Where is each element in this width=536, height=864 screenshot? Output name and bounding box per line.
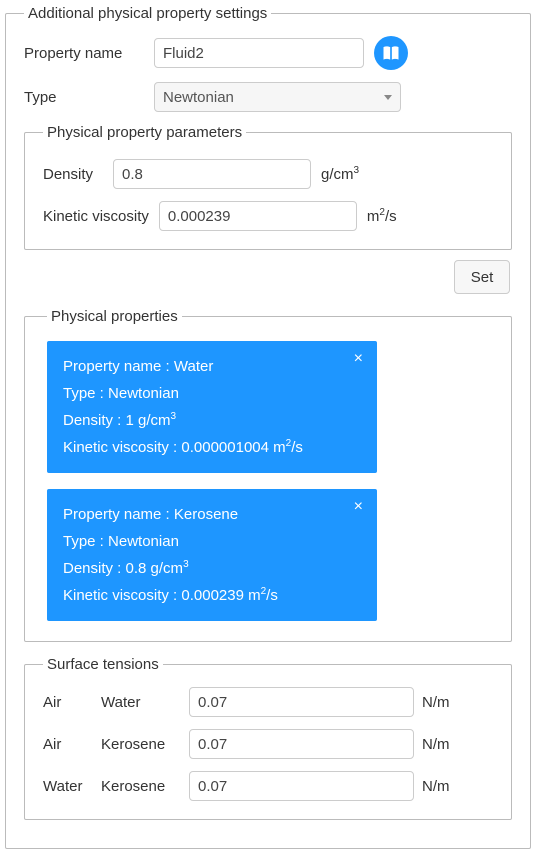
physical-property-parameters: Physical property parameters Density g/c… — [24, 124, 512, 250]
tension-fluid-a: Air — [43, 694, 93, 711]
card-viscosity: Kinetic viscosity : 0.000239 m2/s — [63, 582, 361, 609]
property-card: × Property name : Kerosene Type : Newton… — [47, 489, 377, 621]
physical-properties: Physical properties × Property name : Wa… — [24, 308, 512, 642]
close-icon[interactable]: × — [354, 499, 363, 515]
chevron-down-icon — [384, 95, 392, 100]
close-icon[interactable]: × — [354, 351, 363, 367]
property-card: × Property name : Water Type : Newtonian… — [47, 341, 377, 473]
density-label: Density — [43, 166, 103, 183]
property-name-input[interactable] — [154, 38, 364, 68]
density-input[interactable] — [113, 159, 311, 189]
type-select-value: Newtonian — [163, 89, 234, 106]
card-type: Type : Newtonian — [63, 380, 361, 407]
tension-fluid-a: Water — [43, 778, 93, 795]
card-name: Property name : Kerosene — [63, 501, 361, 528]
tension-input[interactable] — [189, 687, 414, 717]
tension-unit: N/m — [422, 736, 450, 753]
card-viscosity: Kinetic viscosity : 0.000001004 m2/s — [63, 434, 361, 461]
main-legend: Additional physical property settings — [24, 5, 271, 22]
property-name-label: Property name — [24, 45, 144, 62]
type-label: Type — [24, 89, 144, 106]
card-type: Type : Newtonian — [63, 528, 361, 555]
viscosity-input[interactable] — [159, 201, 357, 231]
tension-fluid-b: Kerosene — [101, 778, 181, 795]
density-unit: g/cm3 — [321, 165, 359, 183]
tension-fluid-b: Kerosene — [101, 736, 181, 753]
card-density: Density : 1 g/cm3 — [63, 407, 361, 434]
surface-tensions: Surface tensions Air Water N/m Air Keros… — [24, 656, 512, 820]
params-legend: Physical property parameters — [43, 124, 246, 141]
tension-unit: N/m — [422, 694, 450, 711]
properties-legend: Physical properties — [47, 308, 182, 325]
tension-unit: N/m — [422, 778, 450, 795]
additional-physical-property-settings: Additional physical property settings Pr… — [5, 5, 531, 849]
tension-fluid-a: Air — [43, 736, 93, 753]
set-button[interactable]: Set — [454, 260, 510, 294]
card-density: Density : 0.8 g/cm3 — [63, 555, 361, 582]
tension-input[interactable] — [189, 729, 414, 759]
tension-input[interactable] — [189, 771, 414, 801]
type-select[interactable]: Newtonian — [154, 82, 401, 112]
viscosity-unit: m2/s — [367, 207, 397, 225]
viscosity-label: Kinetic viscosity — [43, 208, 149, 225]
tension-fluid-b: Water — [101, 694, 181, 711]
tensions-legend: Surface tensions — [43, 656, 163, 673]
card-name: Property name : Water — [63, 353, 361, 380]
book-icon[interactable] — [374, 36, 408, 70]
